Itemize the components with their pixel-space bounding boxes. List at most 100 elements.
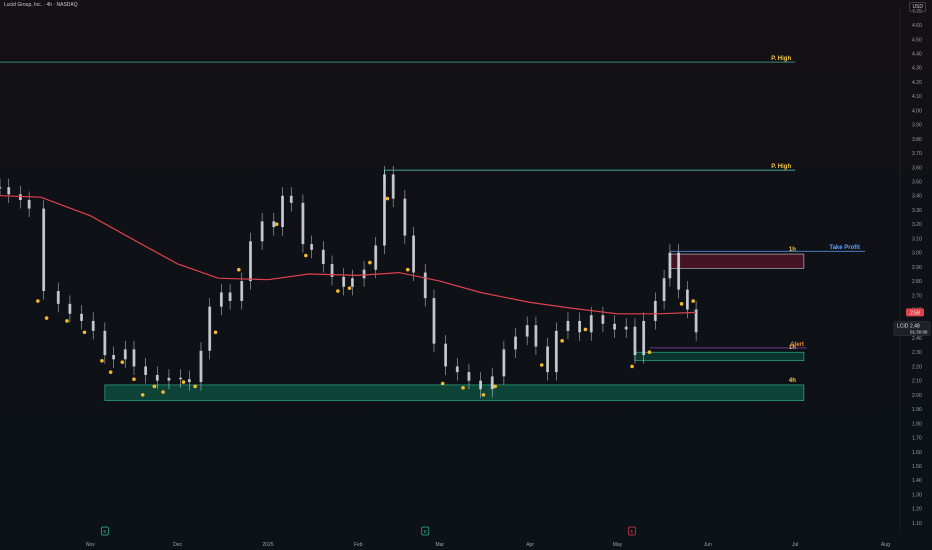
candle-body <box>272 221 276 228</box>
signal-dot <box>161 390 165 394</box>
signal-dot <box>181 380 186 384</box>
signal-dot <box>132 377 136 382</box>
y-tick-label: 1.90 <box>912 407 922 413</box>
y-tick-label: 2.00 <box>912 393 922 399</box>
x-tick-label: Nov <box>86 542 95 548</box>
candle-body <box>668 252 672 279</box>
y-tick-label: 4.40 <box>912 52 922 58</box>
candle-body <box>525 325 529 337</box>
candle-body <box>514 336 517 350</box>
y-tick-label: 1.80 <box>912 421 922 427</box>
candle-body <box>578 320 582 333</box>
signal-dot <box>237 267 241 272</box>
y-tick-label: 1.50 <box>912 464 922 470</box>
candle-body <box>219 292 223 307</box>
signal-dot <box>108 370 113 374</box>
y-tick-label: 1.70 <box>912 436 922 442</box>
signal-dot <box>691 299 696 303</box>
candle-body <box>228 292 232 302</box>
symbol-tag-symbol: LCID <box>897 324 909 330</box>
signal-dot <box>336 289 340 293</box>
candle-body <box>613 323 616 330</box>
signal-dot <box>82 330 87 335</box>
event-marker-glyph: E <box>424 529 427 534</box>
candle-body <box>80 313 83 321</box>
y-tick-label: 2.10 <box>912 379 922 385</box>
symbol-tag-countdown: 01:30:06 <box>910 330 928 335</box>
event-marker-glyph: E <box>631 529 634 534</box>
candle-body <box>42 208 46 292</box>
price-tag-value: 2.58 <box>910 310 920 316</box>
candle-body <box>321 249 325 265</box>
candle-body <box>144 366 148 375</box>
candle-body <box>18 194 22 201</box>
line-label-5: Take Profit <box>829 245 860 251</box>
y-tick-label: 1.60 <box>912 450 922 456</box>
signal-dot <box>493 384 497 389</box>
signal-dot <box>213 330 218 335</box>
y-tick-label: 2.20 <box>912 364 922 370</box>
candle-body <box>310 244 314 250</box>
candle-body <box>187 379 191 383</box>
y-tick-label: 2.30 <box>912 350 922 356</box>
candle-body <box>342 276 346 287</box>
candle-body <box>167 377 171 381</box>
x-tick-label: May <box>613 542 623 548</box>
event-marker-glyph: E <box>103 529 106 534</box>
candle-body <box>103 330 107 356</box>
candle-body <box>479 380 482 390</box>
candle-body <box>455 366 459 373</box>
y-tick-label: 2.90 <box>912 265 922 271</box>
signal-dot <box>560 339 564 343</box>
x-tick-label: Jun <box>704 542 712 548</box>
candle-body <box>662 278 666 302</box>
price-chart[interactable]: P. HighP. High4h1h1hTake ProfitAlert4.70… <box>0 0 932 550</box>
candle-body <box>240 281 244 302</box>
candle-body <box>490 376 494 390</box>
signal-dot <box>152 384 157 389</box>
signal-dot <box>304 253 308 258</box>
y-tick-label: 1.20 <box>912 507 922 513</box>
y-tick-label: 3.30 <box>912 208 922 214</box>
signal-dot <box>461 385 465 390</box>
signal-dot <box>347 286 352 291</box>
candle-body <box>383 174 386 246</box>
candle-body <box>123 349 127 360</box>
candle-body <box>301 202 305 245</box>
candle-body <box>249 241 252 282</box>
candle-body <box>554 330 558 373</box>
candle-body <box>423 272 427 299</box>
candle-body <box>677 252 681 290</box>
y-tick-label: 3.60 <box>912 165 922 171</box>
zone-4 <box>634 351 805 362</box>
candle-body <box>0 187 2 189</box>
x-tick-label: Mar <box>435 542 444 548</box>
y-tick-label: 4.30 <box>912 66 922 72</box>
signal-dot <box>368 260 372 265</box>
x-tick-label: Aug <box>881 542 890 548</box>
candle-body <box>685 289 689 310</box>
y-tick-label: 4.10 <box>912 94 922 100</box>
candle-body <box>534 325 538 347</box>
candle-body <box>653 301 657 321</box>
signal-dot <box>481 393 486 397</box>
candle-body <box>199 350 203 383</box>
candle-body <box>27 200 31 209</box>
candle-body <box>432 298 436 344</box>
signal-dot <box>679 302 684 306</box>
currency-selector[interactable]: USD <box>909 2 926 12</box>
y-tick-label: 2.80 <box>912 279 922 285</box>
candle-body <box>374 245 378 270</box>
x-tick-label: Dec <box>173 542 182 548</box>
candle-body <box>601 315 605 324</box>
candle-body <box>642 320 646 356</box>
candle-body <box>444 343 448 367</box>
candle-body <box>633 326 637 356</box>
y-tick-label: 4.00 <box>912 108 922 114</box>
candle-body <box>412 235 415 273</box>
signal-dot <box>583 327 588 332</box>
candle-body <box>260 221 264 242</box>
y-tick-label: 4.20 <box>912 80 922 86</box>
candle-body <box>7 187 11 195</box>
signal-dot <box>630 364 634 369</box>
